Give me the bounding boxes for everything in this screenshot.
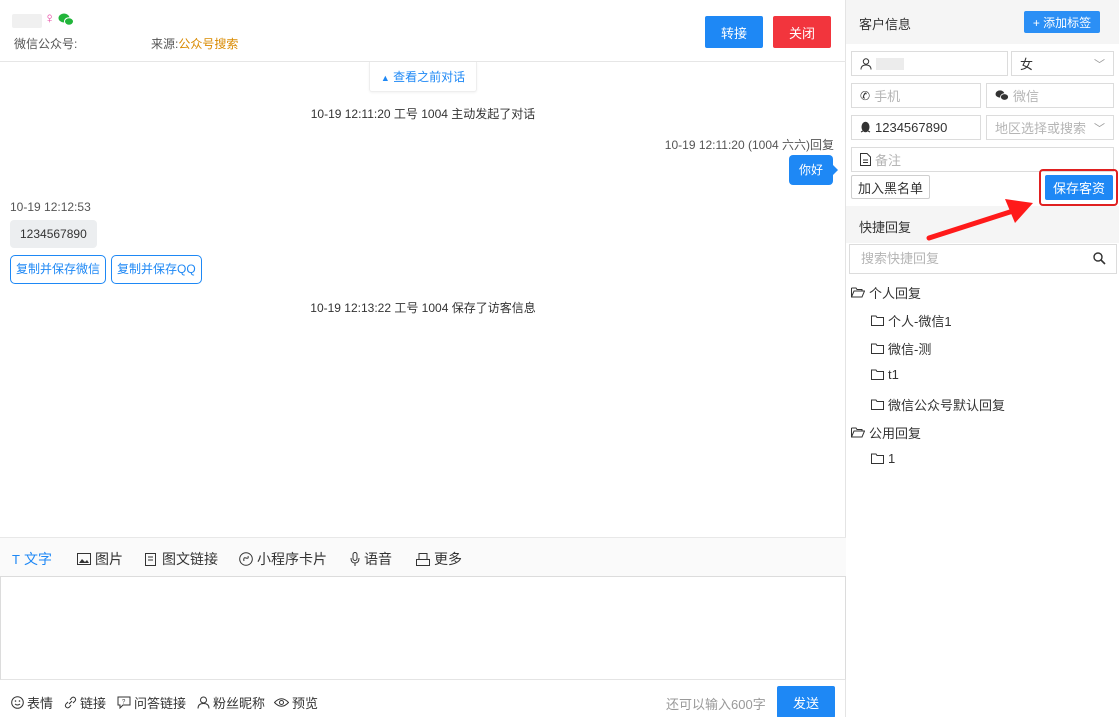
customer-name-field[interactable] xyxy=(851,51,1008,76)
copy-save-qq-button[interactable]: 复制并保存QQ xyxy=(111,255,202,284)
send-button[interactable]: 发送 xyxy=(777,686,835,717)
folder-open-icon xyxy=(851,427,865,438)
source-value: 公众号搜索 xyxy=(178,37,239,51)
folder-icon xyxy=(871,453,884,464)
annotation-arrow xyxy=(926,199,1033,241)
quick-reply-title: 快捷回复 xyxy=(859,220,912,235)
add-to-blacklist-button[interactable]: 加入黑名单 xyxy=(851,175,930,199)
image-icon xyxy=(77,553,91,565)
qq-icon xyxy=(860,121,871,133)
account-label: 微信公众号: xyxy=(14,37,78,51)
save-highlight-frame: 保存客资 xyxy=(1039,169,1118,206)
system-message: 10-19 12:13:22 工号 1004 保存了访客信息 xyxy=(310,301,536,315)
more-icon xyxy=(416,552,430,566)
wechat-icon xyxy=(995,90,1009,101)
tree-item[interactable]: 个人-微信1 xyxy=(871,311,952,330)
save-customer-button[interactable]: 保存客资 xyxy=(1045,175,1113,200)
tab-more[interactable]: 更多 xyxy=(416,549,462,569)
chevron-down-icon: ﹀ xyxy=(1094,59,1105,71)
wechat-icon xyxy=(58,13,74,29)
agent-message-meta: 10-19 12:11:20 (1004 六六)回复 xyxy=(664,138,834,152)
visitor-name-blurred xyxy=(12,14,42,28)
caret-up-icon: ▲ xyxy=(380,73,390,83)
system-message: 10-19 12:11:20 工号 1004 主动发起了对话 xyxy=(310,107,536,121)
tab-article-link[interactable]: 图文链接 xyxy=(145,549,218,569)
link-icon xyxy=(64,696,77,709)
message-editor[interactable] xyxy=(0,576,846,680)
folder-icon xyxy=(871,343,884,354)
user-icon xyxy=(860,57,872,70)
folder-icon xyxy=(871,315,884,326)
folder-icon xyxy=(871,399,884,410)
folder-open-icon xyxy=(851,287,865,298)
fan-nickname-button[interactable]: 粉丝昵称 xyxy=(197,693,265,712)
phone-field[interactable]: ✆ 手机 xyxy=(851,83,981,108)
quick-reply-search-input[interactable]: 搜索快捷回复 xyxy=(849,244,1117,274)
visitor-message-meta: 10-19 12:12:53 xyxy=(10,200,91,214)
customer-panel: 客户信息 + 添加标签 女 ﹀ ✆ 手机 微信 1234567890 地区选择或… xyxy=(846,0,1119,717)
tab-text[interactable]: T 文字 xyxy=(12,549,52,569)
customer-info-title: 客户信息 xyxy=(859,17,912,32)
region-select[interactable]: 地区选择或搜索 ﹀ xyxy=(986,115,1114,140)
qa-link-button[interactable]: ? 问答链接 xyxy=(117,693,186,712)
mini-program-icon xyxy=(239,552,253,566)
customer-info-header: 客户信息 + 添加标签 xyxy=(846,0,1119,44)
chevron-down-icon: ﹀ xyxy=(1094,123,1105,135)
agent-message-bubble: 你好 xyxy=(788,155,839,185)
search-icon xyxy=(1093,252,1106,265)
gender-select[interactable]: 女 ﹀ xyxy=(1011,51,1114,76)
smile-icon xyxy=(11,696,24,709)
customer-name-blurred xyxy=(876,57,904,70)
preview-button[interactable]: 预览 xyxy=(274,693,318,712)
qq-field[interactable]: 1234567890 xyxy=(851,115,981,140)
chat-panel: ♀ 微信公众号: 来源:公众号搜索 转接 关闭 ▲ 查看之前对话 10-19 1… xyxy=(0,0,846,717)
phone-icon: ✆ xyxy=(860,88,871,103)
note-icon xyxy=(860,153,871,166)
tab-voice[interactable]: 语音 xyxy=(350,549,392,569)
chat-header: ♀ 微信公众号: 来源:公众号搜索 转接 关闭 xyxy=(0,0,846,62)
emoji-button[interactable]: 表情 xyxy=(11,693,53,712)
visitor-message-bubble: 1234567890 xyxy=(10,220,97,248)
tab-image[interactable]: 图片 xyxy=(77,549,123,569)
close-button[interactable]: 关闭 xyxy=(773,16,831,48)
tree-item[interactable]: 微信-测 xyxy=(871,339,931,358)
add-tag-button[interactable]: + 添加标签 xyxy=(1024,11,1100,33)
microphone-icon xyxy=(350,552,360,566)
text-icon: T xyxy=(12,551,20,567)
tree-item[interactable]: 微信公众号默认回复 xyxy=(871,395,1005,414)
tree-item[interactable]: t1 xyxy=(871,367,899,382)
tree-group-personal[interactable]: 个人回复 xyxy=(851,283,921,302)
link-button[interactable]: 链接 xyxy=(64,693,106,712)
message-type-toolbar: T 文字 图片 图文链接 小程序卡片 语音 更多 xyxy=(0,537,846,576)
tree-group-public[interactable]: 公用回复 xyxy=(851,423,921,442)
copy-save-wechat-button[interactable]: 复制并保存微信 xyxy=(10,255,107,284)
source-info: 来源:公众号搜索 xyxy=(151,37,239,51)
chat-question-icon: ? xyxy=(117,696,131,709)
tab-mini-program[interactable]: 小程序卡片 xyxy=(239,549,327,569)
female-icon: ♀ xyxy=(44,10,56,27)
wechat-field[interactable]: 微信 xyxy=(986,83,1114,108)
transfer-button[interactable]: 转接 xyxy=(705,16,763,48)
view-previous-button[interactable]: ▲ 查看之前对话 xyxy=(369,62,477,92)
folder-icon xyxy=(871,369,884,380)
remaining-count: 还可以输入600字 xyxy=(666,697,766,712)
user-icon xyxy=(197,696,210,709)
article-icon xyxy=(145,552,156,566)
tree-item[interactable]: 1 xyxy=(871,451,895,466)
eye-icon xyxy=(274,698,289,707)
